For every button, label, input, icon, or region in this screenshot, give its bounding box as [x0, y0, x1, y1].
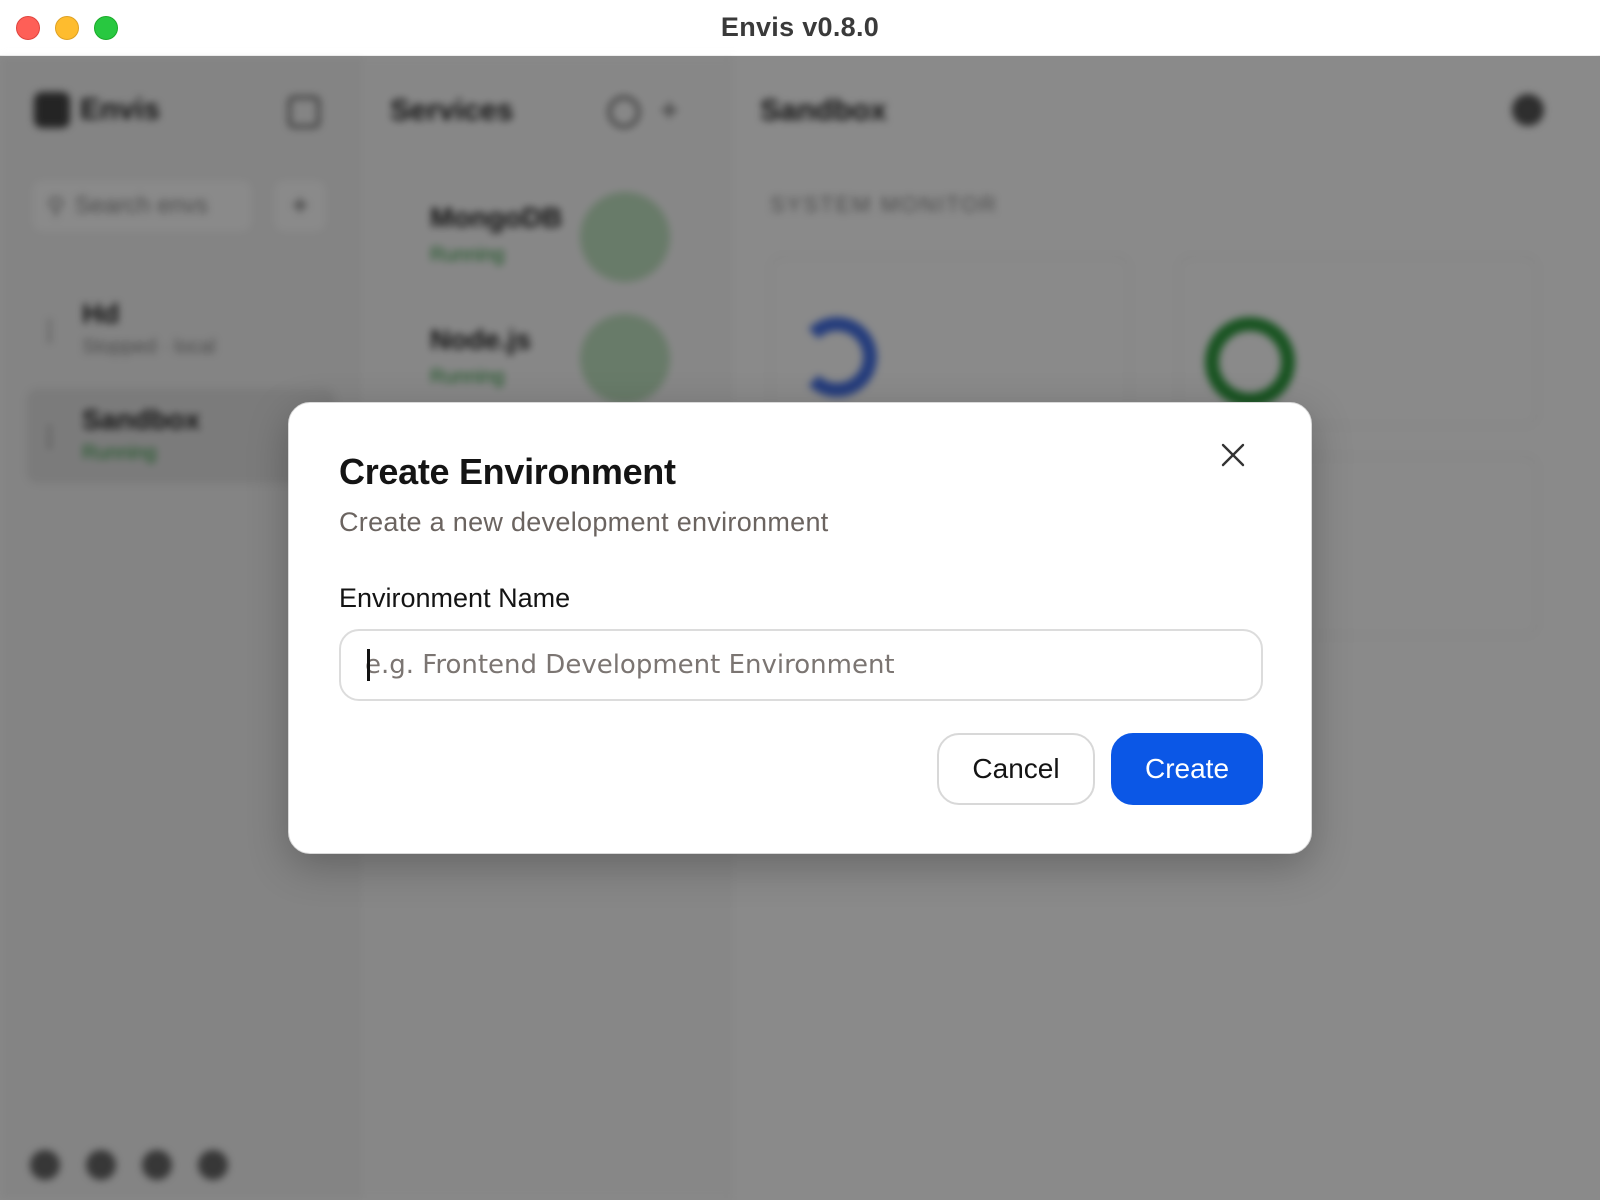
environment-name-label: Environment Name — [339, 583, 571, 613]
dialog-title: Create Environment — [339, 451, 676, 492]
cancel-button[interactable]: Cancel — [937, 733, 1095, 805]
window-maximize-button[interactable] — [94, 16, 118, 40]
window-close-button[interactable] — [16, 16, 40, 40]
close-x-glyph — [1221, 443, 1245, 467]
dialog-description: Create a new development environment — [339, 507, 829, 537]
window-titlebar: Envis v0.8.0 — [0, 0, 1600, 56]
create-environment-dialog: Create Environment Create a new developm… — [288, 402, 1312, 854]
window-minimize-button[interactable] — [55, 16, 79, 40]
create-button[interactable]: Create — [1111, 733, 1263, 805]
close-icon[interactable] — [1213, 435, 1253, 475]
text-caret — [367, 649, 370, 681]
traffic-lights — [16, 16, 118, 40]
environment-name-input[interactable] — [339, 629, 1263, 701]
window-title: Envis v0.8.0 — [720, 12, 880, 42]
